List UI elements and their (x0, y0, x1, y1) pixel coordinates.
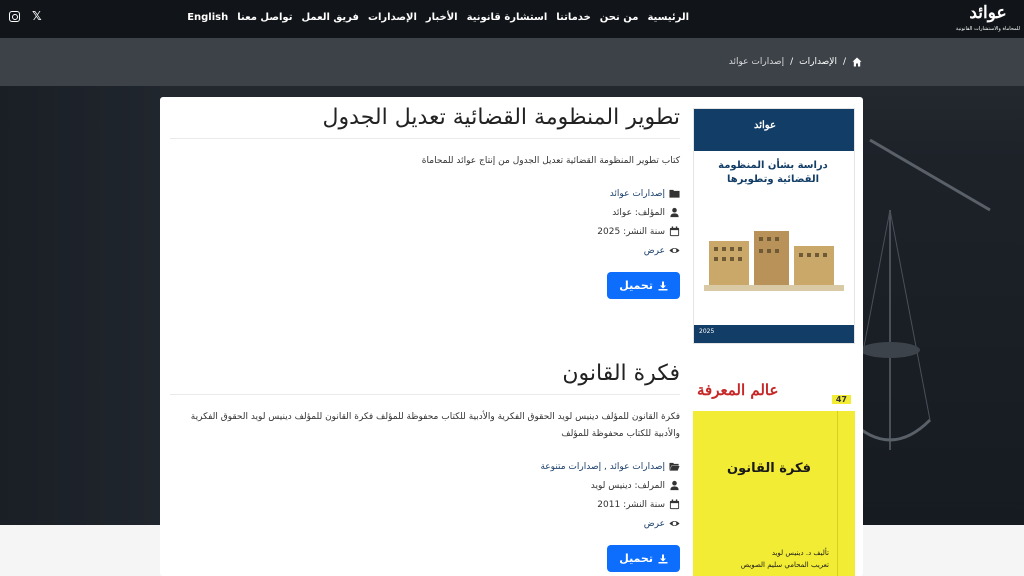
main-nav: الرئيسية من نحن خدماتنا استشارة قانونية … (187, 12, 689, 23)
download-button[interactable]: تحميل (607, 272, 680, 299)
download-button[interactable]: تحميل (607, 545, 680, 572)
cover-title: فكرة القانون (727, 461, 812, 476)
download-label: تحميل (619, 279, 653, 292)
cover-title: دراسة بشأن المنظومة القضائية وتطويرها (718, 160, 828, 185)
year-text: سنة النشر: 2025 (597, 226, 665, 237)
meta-author: المرلف: دينيس لويد (170, 476, 680, 495)
cover-brand: عوائد (754, 120, 776, 131)
calendar-icon (669, 226, 680, 237)
breadcrumb-publications[interactable]: الإصدارات (799, 57, 837, 67)
cover-spine (837, 411, 855, 576)
category-link[interactable]: إصدارات عوائد , إصدارات متنوعة (540, 462, 665, 472)
meta-view: عرض (170, 241, 680, 260)
publications-card: عوائد دراسة بشأن المنظومة القضائية وتطوي… (160, 97, 863, 576)
publication-info: فكرة القانون فكرة القانون للمؤلف دينيس ل… (170, 361, 680, 572)
breadcrumb-bar: / الإصدارات / إصدارات عوائد (0, 38, 1024, 86)
calendar-icon (669, 499, 680, 510)
nav-services[interactable]: خدماتنا (556, 12, 591, 23)
publication-info: تطوير المنظومة القضائية تعديل الجدول كتا… (170, 105, 680, 299)
cover-header: عوائد (694, 109, 854, 151)
meta-view: عرض (170, 514, 680, 533)
breadcrumb-separator: / (842, 57, 846, 67)
folder-icon (669, 188, 680, 199)
breadcrumb-current: إصدارات عوائد (728, 57, 785, 67)
user-pen-icon (669, 207, 680, 218)
cover-number: 47 (831, 395, 851, 404)
cover-byline: تأليف د. دينيس لويد تعريب المحامي سليم ا… (741, 547, 829, 571)
nav-news[interactable]: الأخبار (426, 12, 458, 23)
category-link[interactable]: إصدارات عوائد (610, 189, 665, 199)
building-illustration (704, 231, 844, 291)
breadcrumb: / الإصدارات / إصدارات عوائد (729, 57, 862, 67)
book-cover[interactable]: عالم المعرفة 47 فكرة القانون تأليف د. دي… (693, 361, 855, 576)
meta-year: سنة النشر: 2025 (170, 222, 680, 241)
nav-publications[interactable]: الإصدارات (368, 12, 417, 23)
cover-footer: 2025 (694, 325, 854, 343)
nav-english[interactable]: English (187, 12, 228, 23)
cover-author: تأليف د. دينيس لويد (771, 549, 829, 557)
download-icon (658, 281, 668, 291)
publication-description: كتاب تطوير المنظومة القضائية تعديل الجدو… (421, 156, 680, 166)
logo-subtitle: للمحاماة والاستشارات القانونية (955, 26, 1021, 32)
publication-title[interactable]: تطوير المنظومة القضائية تعديل الجدول (170, 105, 680, 139)
publication-title[interactable]: فكرة القانون (170, 361, 680, 395)
book-cover[interactable]: عوائد دراسة بشأن المنظومة القضائية وتطوي… (693, 108, 855, 344)
site-logo[interactable]: عوائد للمحاماة والاستشارات القانونية (952, 0, 1024, 38)
view-link[interactable]: عرض (644, 519, 665, 529)
cover-header: عالم المعرفة 47 (693, 361, 855, 411)
eye-icon (669, 245, 680, 256)
nav-home[interactable]: الرئيسية (647, 12, 689, 23)
meta-category: إصدارات عوائد (170, 184, 680, 203)
download-label: تحميل (619, 552, 653, 565)
nav-team[interactable]: فريق العمل (301, 12, 358, 23)
eye-icon (669, 518, 680, 529)
meta-author: المؤلف: عوائد (170, 203, 680, 222)
nav-about[interactable]: من نحن (600, 12, 639, 23)
cover-year: 2025 (699, 328, 715, 335)
nav-contact[interactable]: تواصل معنا (237, 12, 292, 23)
home-icon[interactable] (852, 57, 862, 67)
site-header: 𝕏 الرئيسية من نحن خدماتنا استشارة قانوني… (0, 0, 1024, 38)
nav-consultation[interactable]: استشارة قانونية (467, 12, 548, 23)
publication-meta: إصدارات عوائد المؤلف: عوائد سنة النشر: 2… (170, 184, 680, 260)
view-link[interactable]: عرض (644, 246, 665, 256)
publication-meta: إصدارات عوائد , إصدارات متنوعة المرلف: د… (170, 457, 680, 533)
background-shade (0, 85, 160, 525)
folder-open-icon (669, 461, 680, 472)
meta-year: سنة النشر: 2011 (170, 495, 680, 514)
user-pen-icon (669, 480, 680, 491)
cover-series: عالم المعرفة (697, 381, 779, 399)
instagram-icon[interactable] (9, 11, 20, 22)
x-icon[interactable]: 𝕏 (32, 9, 42, 23)
year-text: سنة النشر: 2011 (597, 499, 665, 510)
logo-text: عوائد (969, 3, 1007, 23)
author-text: المؤلف: عوائد (612, 207, 665, 218)
cover-translator: تعريب المحامي سليم الصويص (740, 561, 829, 569)
publication-description: فكرة القانون للمؤلف دينيس لويد الحقوق ال… (190, 412, 680, 439)
breadcrumb-separator: / (790, 57, 794, 67)
author-text: المرلف: دينيس لويد (590, 480, 665, 491)
download-icon (658, 554, 668, 564)
meta-category: إصدارات عوائد , إصدارات متنوعة (170, 457, 680, 476)
